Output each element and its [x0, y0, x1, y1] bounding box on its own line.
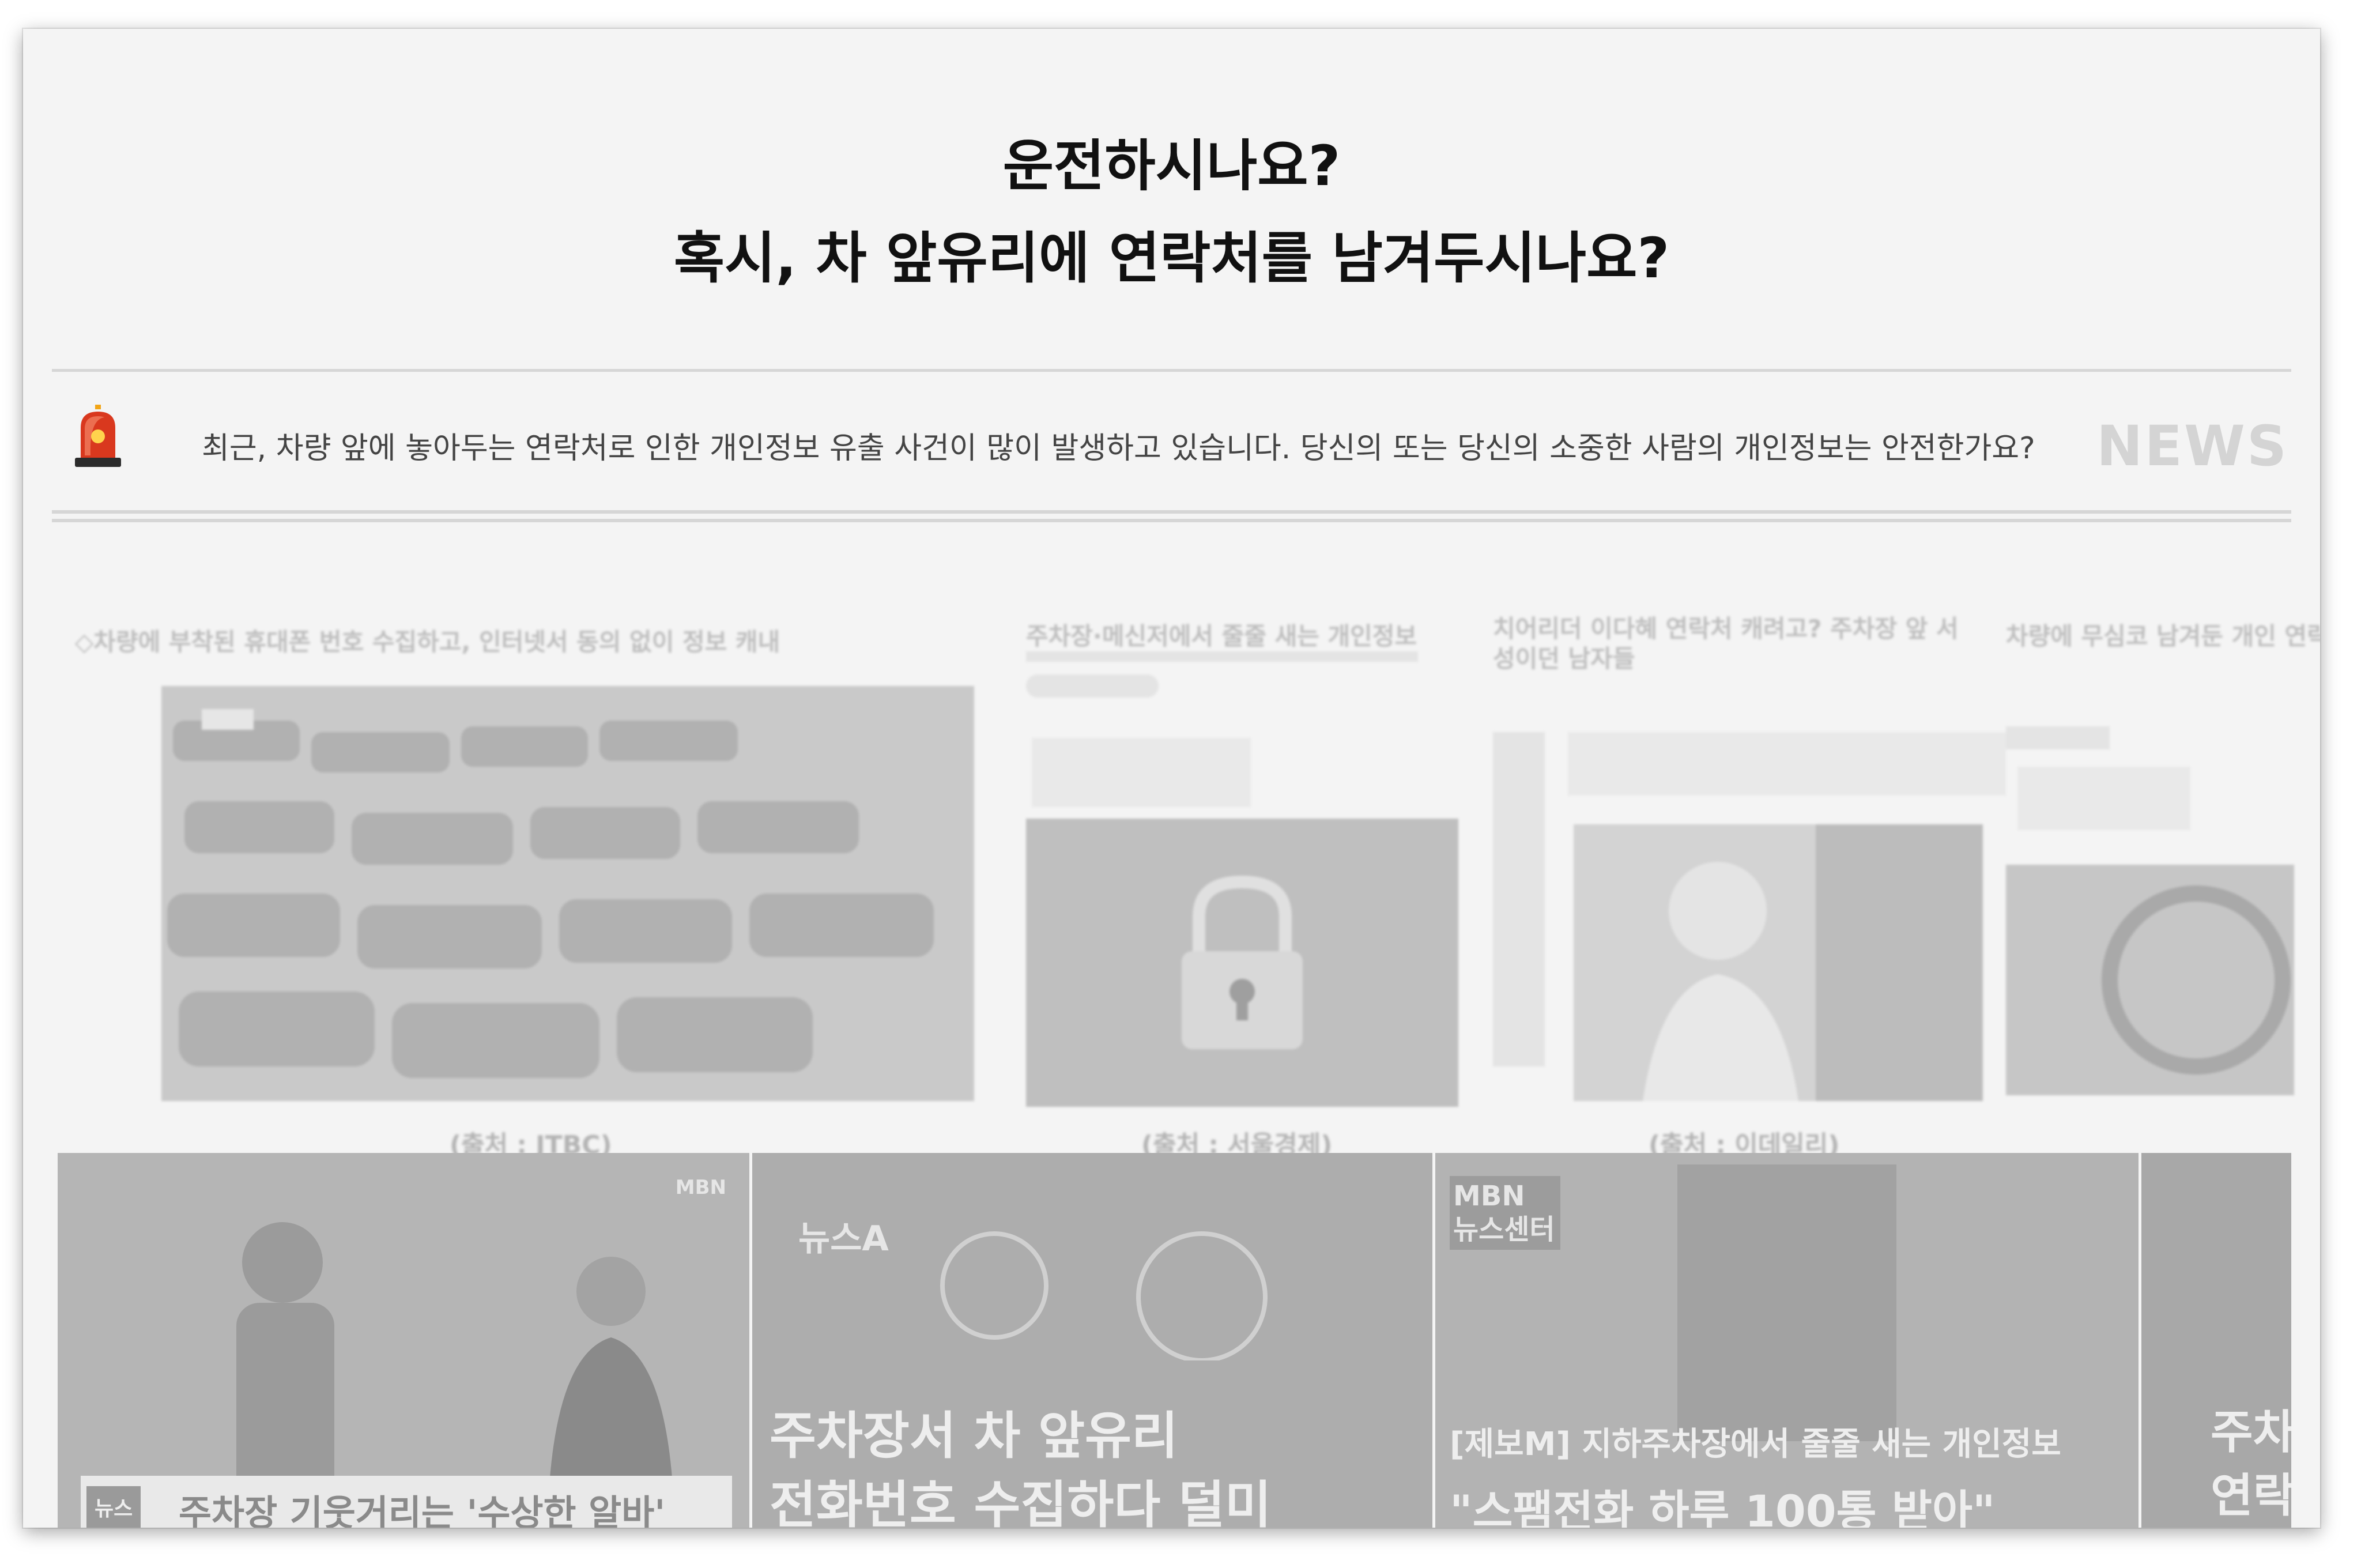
broadcast-headline-1: 주차 — [2211, 1405, 2291, 1459]
notice-text: 최근, 차량 앞에 놓아두는 연락처로 인한 개인정보 유출 사건이 많이 발생… — [202, 431, 2035, 466]
article-image-person — [1574, 824, 1983, 1101]
divider-bottom-2 — [52, 519, 2291, 522]
broadcast-headline-2: 전화번호 수집하다 덜미 — [770, 1475, 1272, 1528]
news-label: NEWS — [2096, 414, 2288, 478]
broadcast-brand: MBN 뉴스센터 — [1450, 1176, 1560, 1250]
broadcast-frame-3: MBN 뉴스센터 [제보M] 지하주차장에서 줄줄 새는 개인정보 "스팸전화 … — [1435, 1153, 2139, 1528]
article-sidebar — [1493, 732, 1545, 1066]
broadcast-frame-4: 주차 연락 — [2141, 1153, 2291, 1528]
promo-card: 운전하시나요? 혹시, 차 앞유리에 연락처를 남겨두시나요? 최근, 차량 앞… — [23, 29, 2320, 1528]
article-headline: 주차장·메신저에서 줄줄 새는 개인정보 — [1026, 622, 1417, 650]
ticker-text: 주차장 기웃거리는 '수상한 알바' — [179, 1492, 666, 1528]
article-image-parking-lot — [161, 686, 974, 1101]
page-title-line2: 혹시, 차 앞유리에 연락처를 남겨두시나요? — [673, 226, 1670, 291]
divider-bottom — [52, 510, 2291, 514]
share-icons — [1026, 674, 1159, 698]
broadcast-headline-1: [제보M] 지하주차장에서 줄줄 새는 개인정보 — [1450, 1426, 2061, 1463]
article-headline: ◇차량에 부착된 휴대폰 번호 수집하고, 인터넷서 동의 없이 정보 캐내 — [75, 628, 780, 656]
share-icons — [2006, 726, 2110, 749]
broadcast-headline-1: 주차장서 차 앞유리 — [770, 1406, 1178, 1465]
article-summary — [1032, 738, 1251, 807]
article-summary — [2017, 767, 2190, 830]
broadcast-brand: 뉴스A — [798, 1219, 889, 1259]
ticker-bar: 뉴스 주차장 기웃거리는 '수상한 알바' — [81, 1476, 732, 1528]
article-headline: 치어리더 이다혜 연락처 캐려고? 주차장 앞 서성이던 남자들 — [1493, 615, 1959, 673]
page-title-line1: 운전하시나요? — [1002, 134, 1341, 198]
ticker-tag: 뉴스 — [86, 1486, 141, 1528]
article-headline: 차량에 무심코 남겨둔 개인 연락처, 범 — [2006, 622, 2320, 650]
broadcast-headline-2: 연락 — [2211, 1469, 2291, 1522]
article-meta — [1026, 651, 1418, 662]
article-summary — [1568, 732, 2006, 796]
divider-top — [52, 369, 2291, 372]
broadcast-frame-2: 뉴스A 주차장서 차 앞유리 전화번호 수집하다 덜미 — [752, 1153, 1432, 1528]
siren-icon — [75, 405, 121, 467]
broadcast-headline-2: "스팸전화 하루 100통 받아" — [1450, 1486, 1996, 1528]
article-image-lock — [1026, 819, 1458, 1107]
document-overlay — [1677, 1164, 1896, 1441]
broadcast-frame-1: MBN 뉴스 주차장 기웃거리는 '수상한 알바' — [58, 1153, 749, 1528]
article-image-driver — [2006, 865, 2294, 1095]
